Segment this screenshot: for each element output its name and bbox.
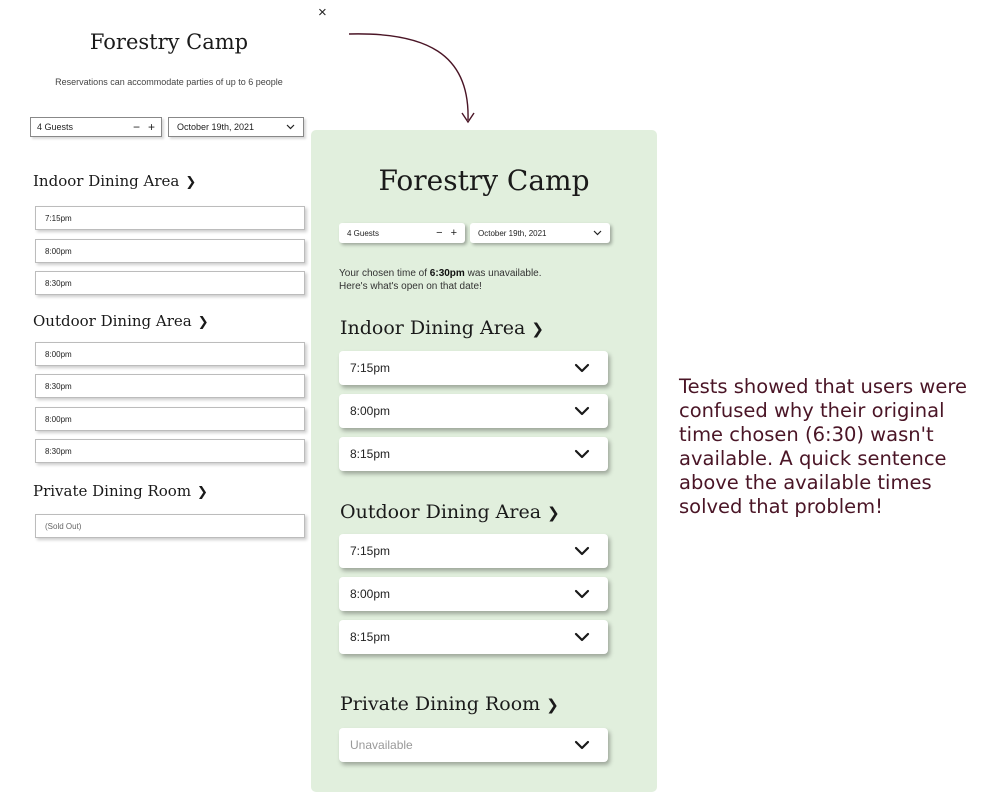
old-sold-out-slot: (Sold Out): [35, 514, 305, 538]
old-plus-button[interactable]: +: [148, 120, 155, 134]
section-indoor[interactable]: Indoor Dining Area ❯: [340, 317, 544, 339]
arrow-icon: [348, 33, 475, 124]
chevron-right-icon: ❯: [185, 175, 197, 190]
old-minus-button[interactable]: −: [133, 120, 140, 134]
chevron-down-icon: [574, 632, 590, 642]
new-guest-stepper[interactable]: 4 Guests − +: [339, 223, 465, 243]
new-minus-button[interactable]: −: [436, 227, 442, 239]
chevron-right-icon: ❯: [197, 485, 208, 500]
old-date-value: October 19th, 2021: [177, 122, 255, 132]
old-time-slot[interactable]: 8:00pm: [35, 239, 305, 263]
time-slot[interactable]: 8:00pm: [339, 394, 608, 428]
old-party-size-note: Reservations can accommodate parties of …: [55, 77, 283, 87]
chevron-down-icon: [593, 230, 602, 236]
section-outdoor[interactable]: Outdoor Dining Area ❯: [340, 501, 560, 523]
old-section-indoor[interactable]: Indoor Dining Area ❯: [33, 172, 196, 190]
chevron-down-icon: [574, 589, 590, 599]
time-slot-label: Unavailable: [350, 738, 413, 752]
time-slot[interactable]: 7:15pm: [339, 351, 608, 385]
time-slot[interactable]: 8:15pm: [339, 437, 608, 471]
old-time-slot[interactable]: 8:30pm: [35, 439, 305, 463]
unavailable-slot[interactable]: Unavailable: [339, 728, 608, 762]
note-chosen-time: 6:30pm: [429, 268, 465, 279]
time-slot[interactable]: 8:15pm: [339, 620, 608, 654]
old-guest-count: 4 Guests: [37, 122, 74, 132]
chevron-down-icon: [574, 363, 590, 373]
new-guest-count: 4 Guests: [347, 228, 380, 238]
note-suffix: was unavailable.: [464, 268, 542, 279]
time-slot-label: 8:00pm: [350, 587, 391, 601]
chevron-right-icon: ❯: [547, 504, 560, 522]
new-reservation-screen: Forestry Camp 4 Guests − + October 19th,…: [311, 130, 657, 792]
chevron-down-icon: [574, 740, 590, 750]
old-date-select[interactable]: October 19th, 2021: [168, 117, 304, 137]
chevron-right-icon: ❯: [546, 696, 559, 714]
chevron-right-icon: ❯: [531, 320, 544, 338]
old-time-slot[interactable]: 8:00pm: [35, 407, 305, 431]
old-page-title: Forestry Camp: [89, 30, 249, 54]
section-label: Indoor Dining Area: [340, 317, 526, 339]
section-label: Private Dining Room: [340, 693, 541, 715]
old-section-private[interactable]: Private Dining Room ❯: [33, 482, 208, 500]
new-plus-button[interactable]: +: [451, 227, 457, 239]
chevron-down-icon: [574, 546, 590, 556]
old-time-slot[interactable]: 7:15pm: [35, 206, 305, 230]
old-section-outdoor[interactable]: Outdoor Dining Area ❯: [33, 312, 209, 330]
note-prefix: Your chosen time of: [339, 268, 430, 279]
section-private[interactable]: Private Dining Room ❯: [340, 693, 559, 715]
chevron-down-icon: [574, 406, 590, 416]
old-section-label: Private Dining Room: [33, 482, 192, 500]
time-slot-label: 7:15pm: [350, 361, 391, 375]
chevron-down-icon: [574, 449, 590, 459]
new-page-title: Forestry Camp: [378, 164, 590, 197]
time-slot-label: 8:00pm: [350, 404, 391, 418]
chevron-down-icon: [286, 124, 295, 130]
old-time-slot[interactable]: 8:00pm: [35, 342, 305, 366]
close-icon[interactable]: ×: [318, 4, 327, 21]
design-rationale-note: Tests showed that users were confused wh…: [679, 375, 967, 518]
time-slot-label: 7:15pm: [350, 544, 391, 558]
old-section-label: Outdoor Dining Area: [33, 312, 192, 330]
section-label: Outdoor Dining Area: [340, 501, 542, 523]
unavailable-time-note: Your chosen time of 6:30pm was unavailab…: [339, 267, 629, 293]
old-time-slot[interactable]: 8:30pm: [35, 374, 305, 398]
new-date-select[interactable]: October 19th, 2021: [470, 223, 610, 243]
time-slot[interactable]: 7:15pm: [339, 534, 608, 568]
time-slot-label: 8:15pm: [350, 447, 391, 461]
chevron-right-icon: ❯: [197, 315, 209, 330]
new-date-value: October 19th, 2021: [478, 228, 547, 238]
note-line2: Here's what's open on that date!: [339, 281, 482, 292]
time-slot[interactable]: 8:00pm: [339, 577, 608, 611]
old-section-label: Indoor Dining Area: [33, 172, 180, 190]
old-guest-stepper[interactable]: 4 Guests − +: [30, 117, 162, 137]
old-time-slot[interactable]: 8:30pm: [35, 271, 305, 295]
time-slot-label: 8:15pm: [350, 630, 391, 644]
